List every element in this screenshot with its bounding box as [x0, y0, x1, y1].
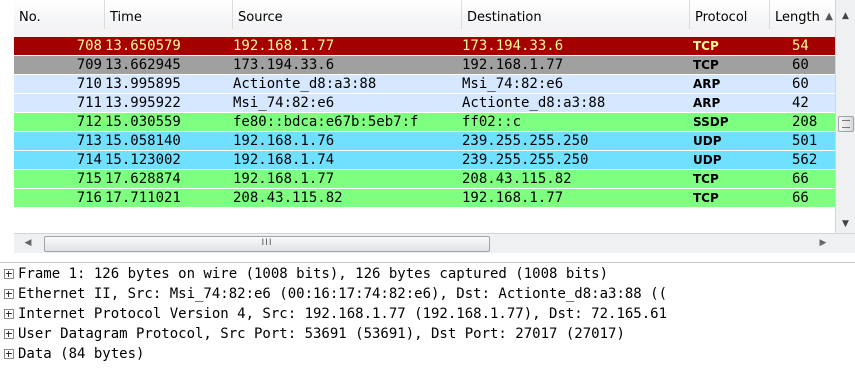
cell-length: 208 [792, 114, 818, 130]
cell-no: 712 [76, 114, 102, 130]
cell-time: 13.995922 [105, 95, 181, 111]
scroll-down-icon[interactable]: ▼ [836, 216, 855, 233]
plus-box-icon[interactable] [4, 269, 14, 279]
packet-row[interactable]: 711 13.995922 Msi_74:82:e6 Actionte_d8:a3:8… [14, 94, 835, 113]
cell-protocol: TCP [693, 58, 719, 72]
cell-source: 173.194.33.6 [233, 57, 335, 73]
cell-no: 715 [76, 171, 102, 187]
plus-box-icon[interactable] [4, 309, 14, 319]
cell-time: 15.058140 [105, 133, 181, 149]
horizontal-scroll-thumb[interactable]: III [44, 236, 490, 252]
detail-tree-label: Ethernet II, Src: Msi_74:82:e6 (00:16:17… [18, 286, 668, 302]
cell-destination: 239.255.255.250 [462, 133, 589, 149]
cell-protocol: TCP [693, 191, 719, 205]
cell-destination: 173.194.33.6 [462, 38, 564, 54]
cell-source: 192.168.1.76 [233, 133, 335, 149]
cell-no: 711 [76, 95, 102, 111]
cell-destination: 239.255.255.250 [462, 152, 589, 168]
plus-box-icon[interactable] [4, 349, 14, 359]
cell-source: Actionte_d8:a3:88 [233, 76, 377, 92]
column-header-length[interactable]: Length ▲ [770, 0, 835, 30]
column-header-no[interactable]: No. [14, 0, 105, 30]
cell-no: 713 [76, 133, 102, 149]
cell-length: 60 [792, 76, 809, 92]
column-header-destination[interactable]: Destination [462, 0, 690, 30]
cell-protocol: TCP [693, 172, 719, 186]
packet-rows: 708 13.650579 192.168.1.77 173.194.33.6 TCP 5… [14, 37, 835, 208]
plus-box-icon[interactable] [4, 329, 14, 339]
cell-source: 208.43.115.82 [233, 190, 343, 206]
packet-row[interactable]: 712 15.030559 fe80::bdca:e67b:5eb7:f ff02::… [14, 113, 835, 132]
packet-row[interactable]: 709 13.662945 173.194.33.6 192.168.1.77 TCP 6… [14, 56, 835, 75]
cell-time: 17.711021 [105, 190, 181, 206]
packet-row[interactable]: 716 17.711021 208.43.115.82 192.168.1.77 TCP… [14, 189, 835, 208]
cell-protocol: ARP [693, 96, 721, 110]
packet-list-pane: No. Time Source Destination Protocol Len… [0, 0, 855, 262]
column-header-source[interactable]: Source [233, 0, 462, 30]
column-header-protocol[interactable]: Protocol [690, 0, 770, 30]
packet-row[interactable]: 710 13.995895 Actionte_d8:a3:88 Msi_74:82:e… [14, 75, 835, 94]
cell-no: 714 [76, 152, 102, 168]
partially-hidden-row [14, 29, 835, 37]
vertical-scroll-thumb[interactable] [838, 116, 854, 132]
cell-length: 562 [792, 152, 818, 168]
cell-no: 710 [76, 76, 102, 92]
cell-destination: Actionte_d8:a3:88 [462, 95, 606, 111]
cell-destination: ff02::c [462, 114, 522, 130]
cell-length: 42 [792, 95, 809, 111]
detail-tree-label: Data (84 bytes) [18, 346, 145, 362]
cell-no: 716 [76, 190, 102, 206]
cell-protocol: UDP [693, 134, 722, 148]
cell-destination: 208.43.115.82 [462, 171, 572, 187]
cell-protocol: SSDP [693, 115, 729, 129]
packet-row[interactable]: 715 17.628874 192.168.1.77 208.43.115.82 TCP… [14, 170, 835, 189]
sort-ascending-icon: ▲ [825, 11, 833, 22]
cell-destination: Msi_74:82:e6 [462, 76, 564, 92]
vertical-scrollbar[interactable]: ▲ ▼ [835, 0, 855, 233]
cell-source: 192.168.1.74 [233, 152, 335, 168]
scroll-right-icon[interactable]: ▶ [815, 234, 831, 253]
cell-length: 501 [792, 133, 818, 149]
cell-destination: 192.168.1.77 [462, 190, 564, 206]
plus-box-icon[interactable] [4, 289, 14, 299]
cell-time: 13.662945 [105, 57, 181, 73]
detail-tree-label: Internet Protocol Version 4, Src: 192.16… [18, 306, 668, 322]
detail-tree-label: User Datagram Protocol, Src Port: 53691 … [18, 326, 625, 342]
cell-source: 192.168.1.77 [233, 38, 335, 54]
packet-row[interactable]: 708 13.650579 192.168.1.77 173.194.33.6 TCP 5… [14, 37, 835, 56]
column-header-length-label: Length [775, 10, 820, 25]
cell-no: 709 [76, 57, 102, 73]
cell-source: Msi_74:82:e6 [233, 95, 335, 111]
scroll-up-icon[interactable]: ▲ [836, 8, 855, 25]
cell-source: 192.168.1.77 [233, 171, 335, 187]
scroll-left-icon[interactable]: ◀ [20, 234, 36, 253]
cell-time: 15.123002 [105, 152, 181, 168]
packet-row[interactable]: 714 15.123002 192.168.1.74 239.255.255.250 U… [14, 151, 835, 170]
cell-protocol: UDP [693, 153, 722, 167]
packet-list-table: No. Time Source Destination Protocol Len… [14, 0, 835, 233]
cell-length: 54 [792, 38, 809, 54]
cell-protocol: ARP [693, 77, 721, 91]
cell-source: fe80::bdca:e67b:5eb7:f [233, 114, 419, 130]
horizontal-scrollbar[interactable]: ◀ III ▶ [14, 233, 855, 253]
cell-length: 60 [792, 57, 809, 73]
cell-length: 66 [792, 190, 809, 206]
packet-details-pane: Frame 1: 126 bytes on wire (1008 bits), … [0, 263, 855, 370]
cell-destination: 192.168.1.77 [462, 57, 564, 73]
cell-length: 66 [792, 171, 809, 187]
column-header-time[interactable]: Time [105, 0, 233, 30]
cell-time: 15.030559 [105, 114, 181, 130]
cell-time: 17.628874 [105, 171, 181, 187]
cell-no: 708 [76, 38, 102, 54]
packet-row[interactable]: 713 15.058140 192.168.1.76 239.255.255.250 U… [14, 132, 835, 151]
detail-tree-label: Frame 1: 126 bytes on wire (1008 bits), … [18, 266, 609, 282]
cell-protocol: TCP [693, 39, 719, 53]
column-header-row: No. Time Source Destination Protocol Len… [14, 0, 835, 31]
cell-time: 13.995895 [105, 76, 181, 92]
cell-time: 13.650579 [105, 38, 181, 54]
